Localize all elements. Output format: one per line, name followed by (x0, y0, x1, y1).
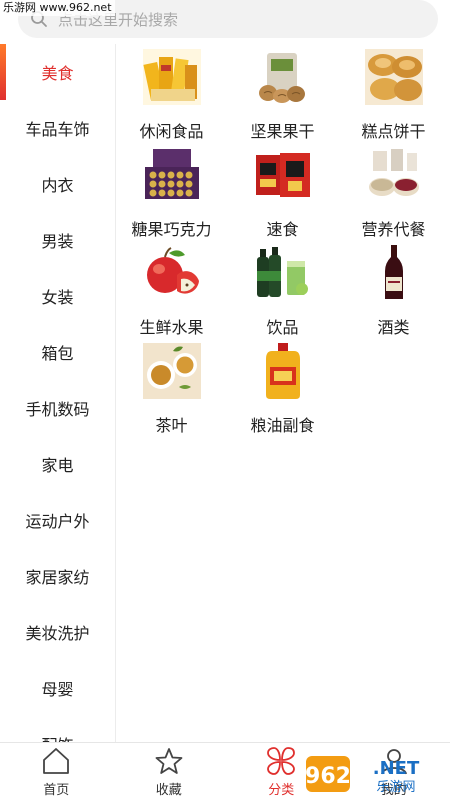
watermark-text: 乐游网 www.962.net (0, 0, 115, 16)
star-icon (152, 746, 186, 776)
category-label: 酒类 (377, 318, 410, 337)
wine-bottle-image (364, 244, 424, 302)
category-label: 营养代餐 (361, 220, 426, 239)
snack-pack-image (142, 48, 202, 106)
category-label: 休闲食品 (139, 122, 204, 141)
category-tile[interactable]: 酒类 (338, 240, 449, 338)
svg-text:乐游网: 乐游网 (376, 780, 415, 795)
sidebar-item-label: 运动户外 (25, 512, 90, 531)
drink-bottles-image (253, 244, 313, 302)
sidebar-item-label: 家电 (41, 456, 74, 475)
category-tile[interactable]: 坚果果干 (227, 44, 338, 142)
sidebar-item-baby[interactable]: 母婴 (0, 660, 115, 716)
category-label: 糖果巧克力 (131, 220, 212, 239)
category-tile[interactable]: 茶叶 (116, 338, 227, 436)
tab-home[interactable]: 首页 (0, 743, 113, 800)
sidebar-item-label: 家居家纺 (25, 568, 90, 587)
category-label: 坚果果干 (250, 122, 315, 141)
tab-favorites[interactable]: 收藏 (113, 743, 226, 800)
sidebar-item-menswear[interactable]: 男装 (0, 212, 115, 268)
sidebar-item-accessories[interactable]: 配饰 (0, 716, 115, 742)
category-tile[interactable]: 糖果巧克力 (116, 142, 227, 240)
sidebar-item-label: 母婴 (41, 680, 74, 699)
tab-label: 分类 (268, 782, 295, 798)
tab-label: 收藏 (155, 782, 182, 798)
svg-text:.NET: .NET (373, 758, 420, 779)
sidebar-item-label: 配饰 (41, 732, 73, 742)
category-label: 饮品 (266, 318, 299, 337)
nuts-bag-image (253, 48, 313, 106)
category-label: 速食 (266, 220, 299, 239)
category-tile[interactable]: 饮品 (227, 240, 338, 338)
sidebar-item-home-textiles[interactable]: 家居家纺 (0, 548, 115, 604)
sidebar-item-outdoor[interactable]: 运动户外 (0, 492, 115, 548)
category-tile[interactable]: 休闲食品 (116, 44, 227, 142)
sidebar-item-appliances[interactable]: 家电 (0, 436, 115, 492)
sidebar-item-food[interactable]: 美食 (0, 44, 115, 100)
category-tile[interactable]: 营养代餐 (338, 142, 449, 240)
sidebar-item-label: 美妆洗护 (25, 624, 90, 643)
home-icon (39, 746, 73, 776)
sidebar-item-womenswear[interactable]: 女装 (0, 268, 115, 324)
category-tile[interactable]: 粮油副食 (227, 338, 338, 436)
grain-bowls-image (364, 146, 424, 204)
category-label: 粮油副食 (250, 416, 315, 435)
subcategory-grid: 休闲食品 坚果果干 糕点饼干 糖果巧克力 速食 营养代餐 生鲜水果 饮品 酒类 … (116, 44, 450, 436)
chocolate-box-image (142, 146, 202, 204)
apple-image (142, 244, 202, 302)
category-label: 糕点饼干 (361, 122, 426, 141)
sidebar-item-label: 内衣 (41, 176, 74, 195)
category-label: 茶叶 (155, 416, 188, 435)
sidebar-item-label: 箱包 (41, 344, 74, 363)
category-label: 生鲜水果 (139, 318, 204, 337)
tea-cups-image (142, 342, 202, 400)
tab-label: 首页 (43, 782, 70, 798)
svg-text:962: 962 (305, 764, 351, 789)
sidebar-item-digital[interactable]: 手机数码 (0, 380, 115, 436)
sidebar-item-underwear[interactable]: 内衣 (0, 156, 115, 212)
sidebar-item-label: 美食 (41, 64, 74, 83)
sidebar-item-beauty[interactable]: 美妆洗护 (0, 604, 115, 660)
sidebar-item-car-accessories[interactable]: 车品车饰 (0, 100, 115, 156)
sidebar-item-label: 女装 (41, 288, 74, 307)
category-sidebar: 美食 车品车饰 内衣 男装 女装 箱包 手机数码 家电 运动户外 家居家纺 美妆… (0, 44, 116, 742)
sidebar-item-bags[interactable]: 箱包 (0, 324, 115, 380)
instant-noodle-image (253, 146, 313, 204)
category-clover-icon (264, 746, 298, 776)
category-tile[interactable]: 速食 (227, 142, 338, 240)
sidebar-item-label: 男装 (41, 232, 74, 251)
cooking-oil-image (253, 342, 313, 400)
category-tile[interactable]: 生鲜水果 (116, 240, 227, 338)
category-tile[interactable]: 糕点饼干 (338, 44, 449, 142)
sidebar-item-label: 车品车饰 (25, 120, 90, 139)
brand-logo: 962 .NET 乐游网 (304, 752, 444, 796)
pastry-image (364, 48, 424, 106)
sidebar-item-label: 手机数码 (25, 400, 90, 419)
